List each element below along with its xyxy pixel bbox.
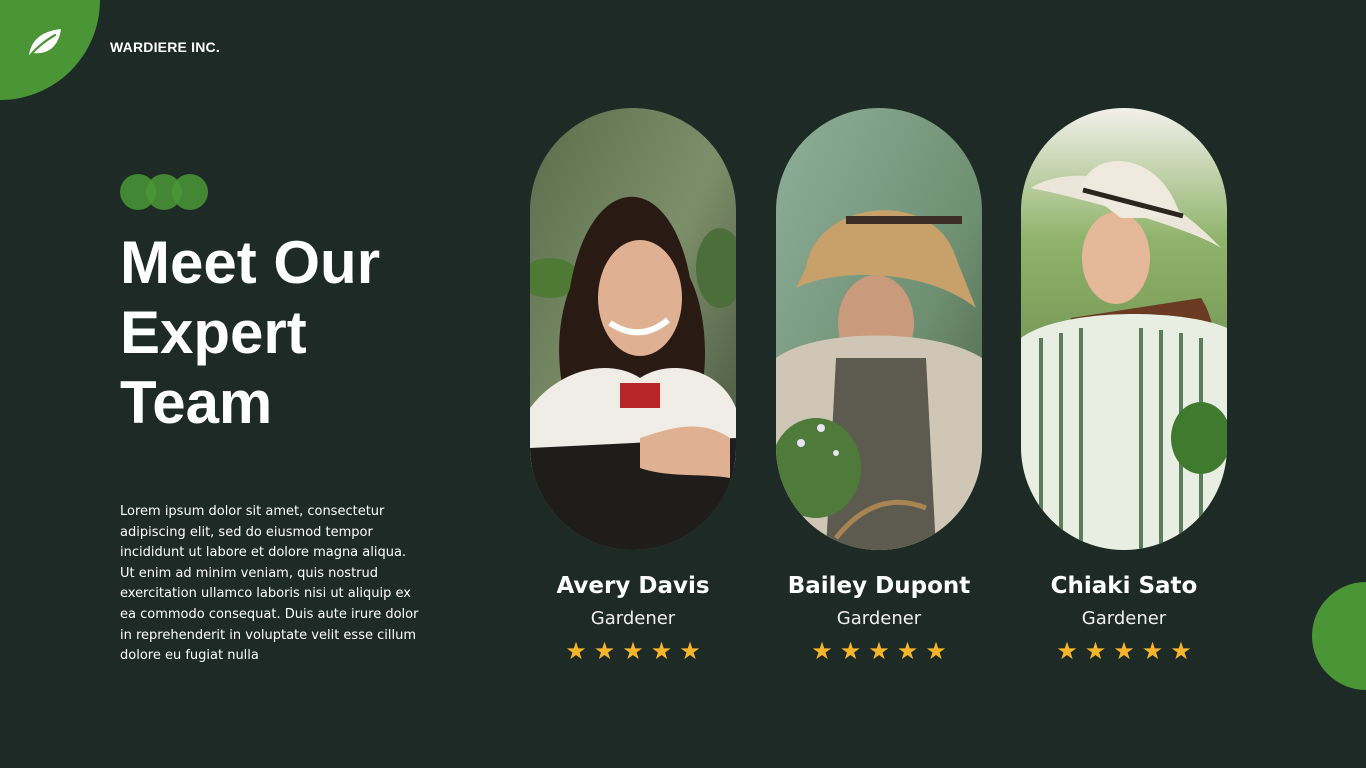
star-icon: ★ [1056,638,1085,665]
team-member-role: Gardener [590,608,676,629]
team-member-role: Gardener [836,608,922,629]
star-icon: ★ [650,638,680,665]
decorative-circle [1312,582,1366,690]
title-line: Meet Our [120,229,381,296]
star-icon: ★ [1084,638,1114,665]
team-card: Bailey Dupont Gardener ★★★★★ [776,108,982,666]
page-title: Meet Our Expert Team [120,228,480,438]
star-icon: ★ [868,638,897,665]
star-icon: ★ [839,638,869,665]
team-card: Chiaki Sato Gardener ★★★★★ [1021,108,1227,666]
star-icon: ★ [1141,638,1171,665]
rating-stars: ★★★★★ [1021,638,1227,666]
star-icon: ★ [593,638,623,665]
rating-stars: ★★★★★ [776,638,982,666]
rating-stars: ★★★★★ [530,638,736,666]
team-card: Avery Davis Gardener ★★★★★ [530,108,736,666]
team-member-name: Avery Davis [556,573,710,599]
dot [172,174,208,210]
star-icon: ★ [565,638,594,665]
brand-name: WARDIERE INC. [110,39,220,55]
title-line: Team [120,369,273,436]
star-icon: ★ [1113,638,1142,665]
leaf-icon [27,29,61,59]
team-member-photo [530,108,736,550]
decorative-dots [120,174,210,210]
star-icon: ★ [811,638,840,665]
team-member-name: Chiaki Sato [1050,573,1198,599]
star-icon: ★ [896,638,926,665]
team-member-name: Bailey Dupont [787,573,971,599]
team-member-photo [1021,108,1227,550]
team-member-role: Gardener [1081,608,1167,629]
star-icon: ★ [1170,638,1199,665]
star-icon: ★ [679,638,708,665]
star-icon: ★ [622,638,651,665]
title-line: Expert [120,299,307,366]
description-text: Lorem ipsum dolor sit amet, consectetur … [120,504,419,664]
star-icon: ★ [925,638,954,665]
team-member-photo [776,108,982,550]
